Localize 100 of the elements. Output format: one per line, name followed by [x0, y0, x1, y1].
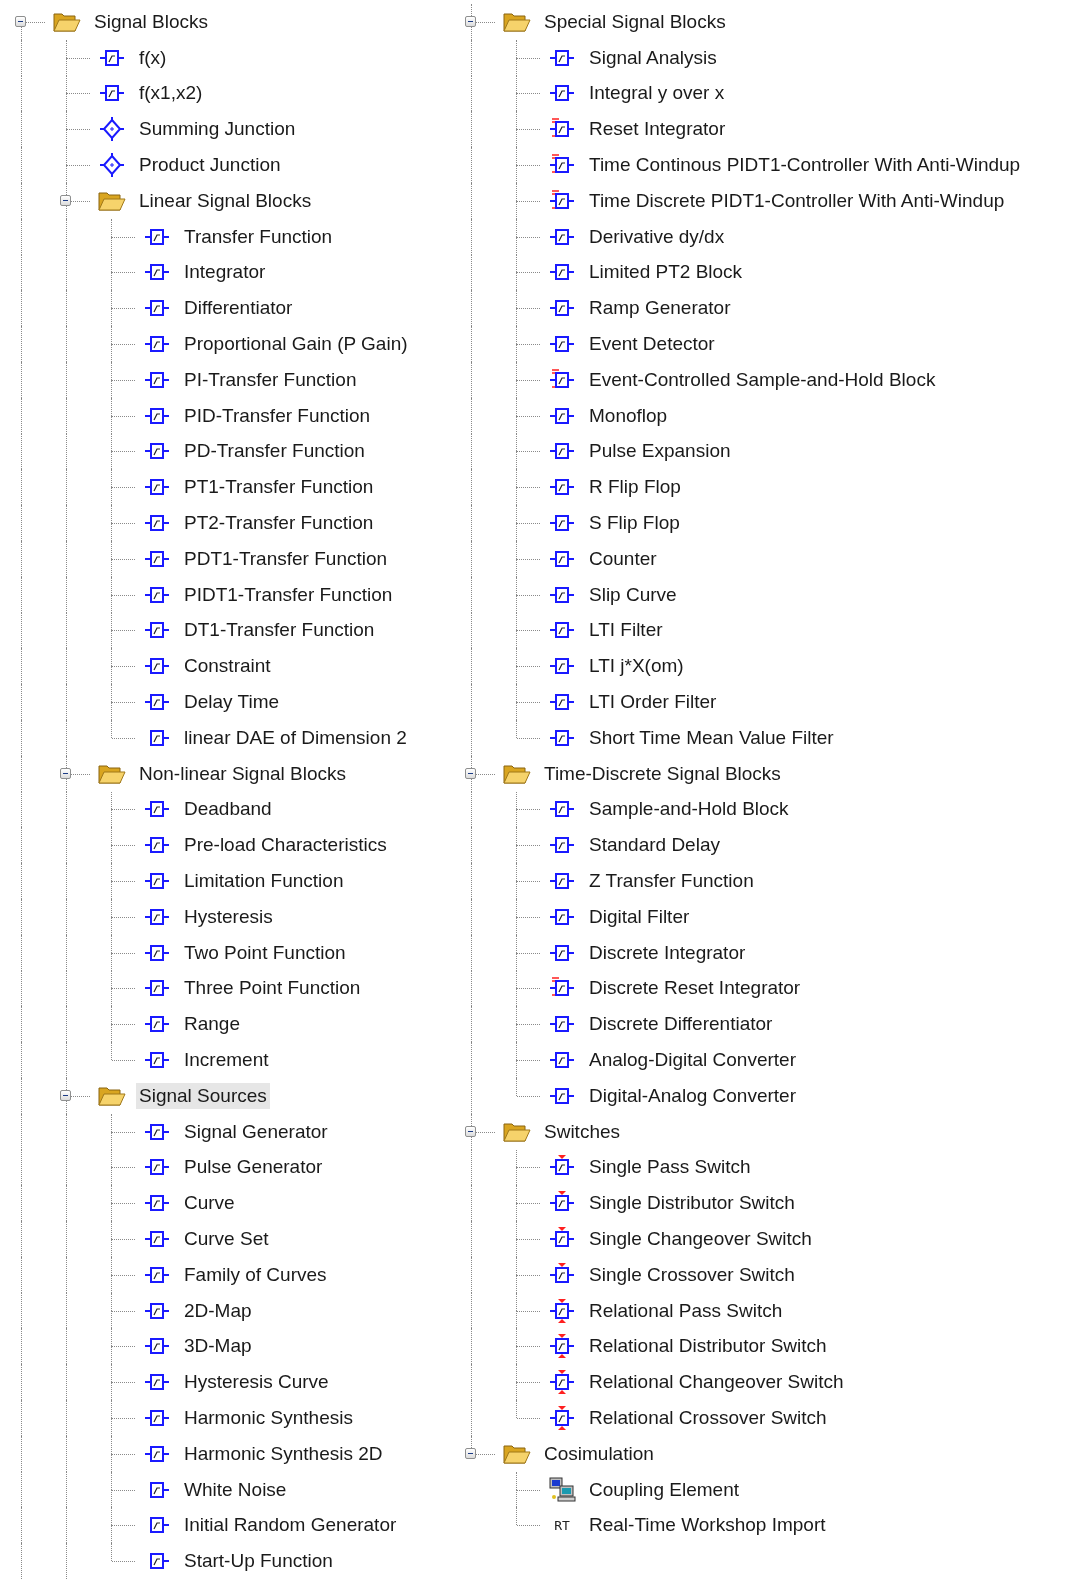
tree-item[interactable]: Deadband: [181, 796, 275, 823]
tree-item[interactable]: S Flip Flop: [586, 510, 683, 537]
collapse-toggle[interactable]: [15, 15, 26, 27]
tree-item[interactable]: LTI Order Filter: [586, 689, 720, 716]
tree-item[interactable]: Range: [181, 1011, 243, 1038]
tree-item[interactable]: Relational Pass Switch: [586, 1297, 786, 1324]
tree-item[interactable]: Time Continous PIDT1-Controller With Anti-Windup: [586, 152, 1024, 179]
tree-item[interactable]: Curve: [181, 1190, 238, 1217]
tree-item[interactable]: Limited PT2 Block: [586, 259, 746, 286]
tree-item[interactable]: Ramp Generator: [586, 295, 734, 322]
collapse-toggle[interactable]: [60, 767, 71, 779]
tree-item[interactable]: Single Crossover Switch: [586, 1261, 798, 1288]
tree-item[interactable]: Signal Generator: [181, 1118, 331, 1145]
tree-item[interactable]: Start-Up Function: [181, 1548, 336, 1575]
junction-icon: [98, 116, 126, 143]
tree-item[interactable]: f(x): [136, 44, 170, 71]
tree-item[interactable]: Discrete Reset Integrator: [586, 975, 804, 1002]
tree-item[interactable]: Switches: [541, 1118, 624, 1145]
tree-item[interactable]: Digital Filter: [586, 903, 693, 930]
tree-item[interactable]: Counter: [586, 545, 660, 572]
tree-item[interactable]: Signal Blocks: [91, 8, 212, 35]
tree-item[interactable]: Z Transfer Function: [586, 868, 757, 894]
tree-item[interactable]: Reset Integrator: [586, 116, 729, 143]
tree-item[interactable]: Proportional Gain (P Gain): [181, 331, 411, 358]
collapse-toggle[interactable]: [60, 1089, 71, 1101]
tree-item[interactable]: Two Point Function: [181, 939, 349, 966]
tree-item[interactable]: LTI j*X(om): [586, 653, 687, 680]
tree-item[interactable]: Sample-and-Hold Block: [586, 796, 792, 823]
tree-item[interactable]: Derivative dy/dx: [586, 223, 728, 250]
tree-item[interactable]: DT1-Transfer Function: [181, 617, 378, 644]
tree-item[interactable]: Product Junction: [136, 152, 284, 179]
open-folder-icon: [98, 189, 126, 212]
tree-item[interactable]: Harmonic Synthesis 2D: [181, 1440, 386, 1467]
tree-item[interactable]: Hysteresis: [181, 903, 276, 930]
tree-item[interactable]: Family of Curves: [181, 1261, 330, 1288]
tree-item[interactable]: Initial Random Generator: [181, 1512, 400, 1539]
tree-item[interactable]: Pre-load Characteristics: [181, 832, 390, 859]
collapse-toggle[interactable]: [465, 1125, 476, 1137]
tree-item[interactable]: Discrete Integrator: [586, 939, 749, 966]
tree-item[interactable]: Integrator: [181, 259, 269, 286]
tree-item[interactable]: Limitation Function: [181, 868, 347, 894]
tree-item[interactable]: Standard Delay: [586, 832, 723, 859]
tree-item[interactable]: Constraint: [181, 653, 274, 680]
tree-item[interactable]: Pulse Generator: [181, 1154, 326, 1181]
tree-item[interactable]: Analog-Digital Converter: [586, 1047, 799, 1073]
tree-item[interactable]: Delay Time: [181, 689, 283, 716]
tree-item[interactable]: Time-Discrete Signal Blocks: [541, 760, 784, 787]
tree-item[interactable]: PDT1-Transfer Function: [181, 545, 391, 572]
tree-item[interactable]: Cosimulation: [541, 1440, 657, 1467]
tree-item[interactable]: Harmonic Synthesis: [181, 1404, 356, 1431]
tree-item[interactable]: LTI Filter: [586, 617, 666, 644]
tree-item[interactable]: Discrete Differentiator: [586, 1011, 776, 1038]
tree-item[interactable]: linear DAE of Dimension 2: [181, 724, 410, 751]
tree-item[interactable]: Real-Time Workshop Import: [586, 1512, 829, 1539]
tree-item[interactable]: Slip Curve: [586, 581, 680, 608]
tree-item[interactable]: Coupling Element: [586, 1476, 742, 1503]
tree-item[interactable]: Linear Signal Blocks: [136, 187, 315, 214]
tree-item[interactable]: PI-Transfer Function: [181, 366, 360, 393]
tree-item[interactable]: Relational Distributor Switch: [586, 1333, 830, 1360]
tree-item[interactable]: PID-Transfer Function: [181, 402, 374, 429]
tree-item[interactable]: f(x1,x2): [136, 80, 206, 107]
tree-item[interactable]: Increment: [181, 1047, 272, 1073]
tree-item[interactable]: PT2-Transfer Function: [181, 510, 377, 537]
tree-item[interactable]: 2D-Map: [181, 1297, 255, 1324]
tree-item[interactable]: Time Discrete PIDT1-Controller With Anti-Windup: [586, 187, 1008, 214]
tree-item[interactable]: Signal Sources: [136, 1082, 270, 1109]
tree-item[interactable]: PD-Transfer Function: [181, 438, 368, 465]
tree-item[interactable]: Hysteresis Curve: [181, 1369, 332, 1396]
tree-item[interactable]: White Noise: [181, 1476, 290, 1503]
tree-item[interactable]: Differentiator: [181, 295, 296, 322]
tree-item[interactable]: Relational Crossover Switch: [586, 1404, 830, 1431]
tree-item[interactable]: Special Signal Blocks: [541, 8, 729, 35]
tree-item[interactable]: Short Time Mean Value Filter: [586, 724, 837, 751]
tree-item[interactable]: 3D-Map: [181, 1333, 255, 1360]
tree-item[interactable]: Non-linear Signal Blocks: [136, 760, 349, 787]
tree-item[interactable]: PT1-Transfer Function: [181, 474, 377, 501]
open-folder-icon: [98, 762, 126, 785]
tree-item[interactable]: Single Distributor Switch: [586, 1190, 798, 1217]
tree-item[interactable]: Event-Controlled Sample-and-Hold Block: [586, 366, 939, 393]
tree-item[interactable]: Summing Junction: [136, 116, 299, 143]
collapse-toggle[interactable]: [465, 767, 476, 779]
tree-item[interactable]: Digital-Analog Converter: [586, 1082, 799, 1109]
tree-item[interactable]: Relational Changeover Switch: [586, 1369, 847, 1396]
tree-item[interactable]: Monoflop: [586, 402, 671, 429]
tree-item[interactable]: Single Changeover Switch: [586, 1226, 815, 1252]
open-folder-icon: [98, 1084, 126, 1107]
collapse-toggle[interactable]: [465, 15, 476, 27]
tree-item[interactable]: Transfer Function: [181, 223, 336, 250]
tree-item[interactable]: Pulse Expansion: [586, 438, 734, 465]
tree-item[interactable]: Event Detector: [586, 331, 718, 358]
collapse-toggle[interactable]: [465, 1447, 476, 1459]
tree-item[interactable]: Single Pass Switch: [586, 1154, 754, 1181]
tree-item[interactable]: PIDT1-Transfer Function: [181, 581, 396, 608]
tree-item[interactable]: Signal Analysis: [586, 44, 720, 71]
tree-item[interactable]: R Flip Flop: [586, 474, 684, 501]
collapse-toggle[interactable]: [60, 194, 71, 206]
switch-icon: [548, 1369, 576, 1396]
tree-item[interactable]: Three Point Function: [181, 975, 364, 1002]
tree-item[interactable]: Curve Set: [181, 1226, 272, 1252]
tree-item[interactable]: Integral y over x: [586, 80, 728, 107]
